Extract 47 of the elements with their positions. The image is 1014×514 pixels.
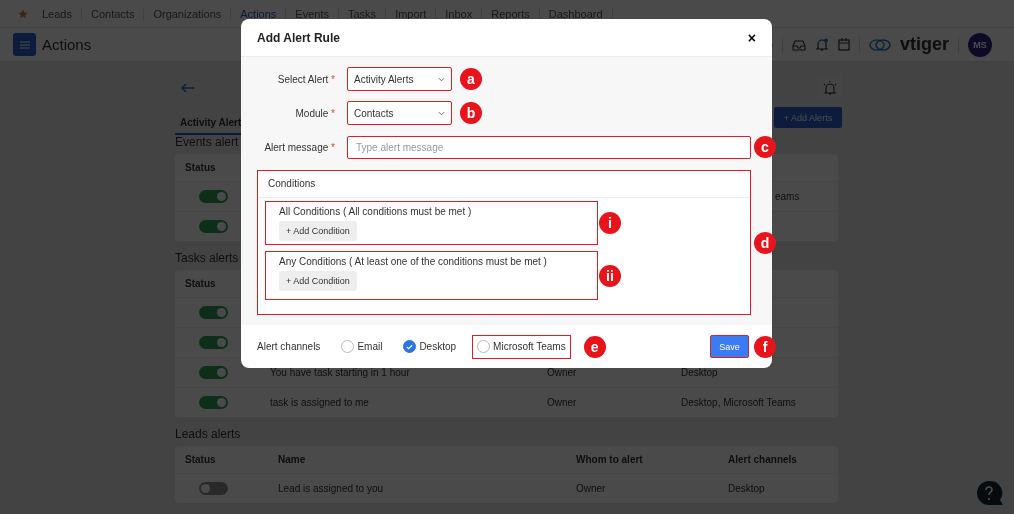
radio-button[interactable] — [477, 340, 491, 353]
table-cell: eams — [775, 191, 800, 202]
radio-button[interactable] — [403, 340, 417, 353]
save-button[interactable]: Save — [710, 335, 749, 358]
column-header: Alert channels — [728, 454, 798, 465]
annotation-badge: e — [583, 335, 606, 358]
close-button[interactable]: × — [747, 29, 756, 46]
column-header: Status — [184, 162, 217, 173]
logo-text: vtiger — [899, 34, 949, 55]
chevron-down-icon — [438, 110, 445, 116]
annotation-badge: b — [460, 102, 482, 124]
column-header: Whom to alert — [576, 454, 644, 465]
column-header: Status — [184, 278, 217, 289]
message-input[interactable]: Type alert message — [347, 135, 751, 159]
field-label: Select Alert * — [276, 73, 335, 85]
annotation-badge: f — [754, 335, 776, 358]
channels-label: Alert channels — [257, 341, 321, 352]
table-cell: Owner — [576, 483, 606, 494]
radio-button[interactable] — [341, 340, 355, 353]
radio-label: Microsoft Teams — [493, 341, 566, 352]
page-title: Actions — [42, 36, 92, 53]
group-title: All Conditions ( All conditions must be met ) — [279, 206, 473, 217]
radio-label: Email — [357, 341, 383, 352]
annotation-badge: a — [460, 68, 482, 90]
select-field[interactable]: Contacts — [347, 101, 452, 125]
chevron-down-icon — [438, 76, 445, 82]
select-field[interactable]: Activity Alerts — [347, 67, 452, 91]
annotation-badge: i — [599, 212, 621, 234]
field-label: Module * — [294, 107, 335, 119]
table-cell: Desktop — [728, 483, 765, 494]
annotation-badge: d — [754, 231, 776, 254]
annotation-badge: c — [754, 136, 776, 158]
table-cell: Owner — [547, 367, 577, 378]
add-condition-button[interactable]: + Add Condition — [279, 271, 357, 291]
radio-label: Desktop — [419, 341, 457, 352]
table-cell: Desktop — [681, 367, 718, 378]
check-icon — [406, 343, 414, 350]
field-label: Alert message * — [263, 141, 335, 153]
table-cell: Desktop, Microsoft Teams — [681, 397, 796, 408]
group-title: Any Conditions ( At least one of the conditions must be met ) — [279, 256, 548, 267]
panel-title: Conditions — [258, 171, 750, 198]
table-cell: Owner — [547, 397, 577, 408]
column-header: Status — [184, 454, 217, 465]
column-header: Name — [278, 454, 307, 465]
add-condition-button[interactable]: + Add Condition — [279, 221, 357, 241]
annotation-badge: ii — [599, 264, 621, 287]
dialog-title: Add Alert Rule — [257, 30, 340, 45]
